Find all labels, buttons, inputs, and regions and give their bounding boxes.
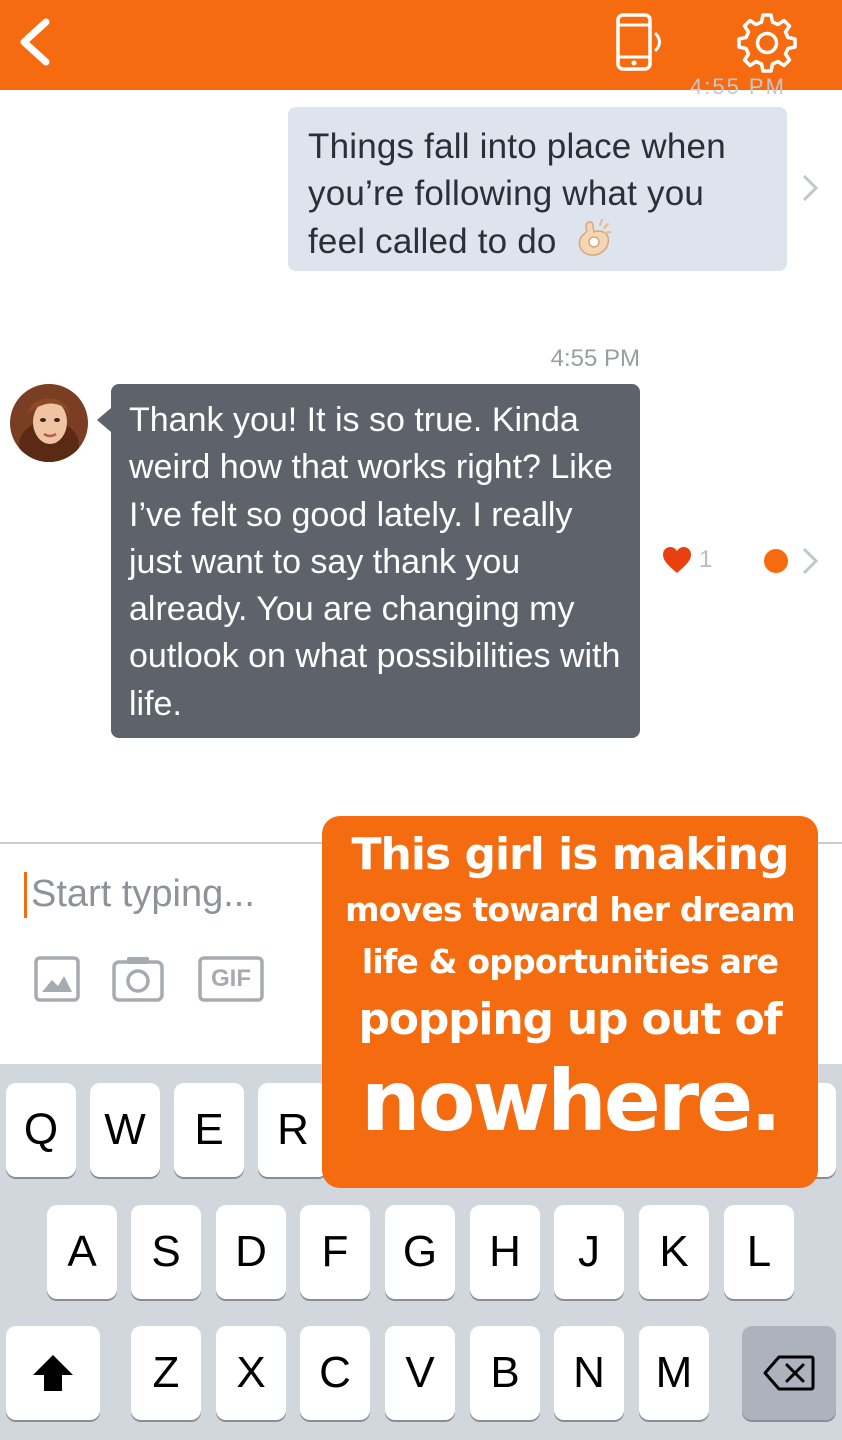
- caption-line-4: popping up out of: [358, 994, 783, 1045]
- gif-label: GIF: [211, 965, 251, 992]
- unread-dot: [764, 549, 788, 573]
- key-m[interactable]: M: [639, 1326, 709, 1420]
- settings-button[interactable]: [734, 10, 800, 76]
- key-s[interactable]: S: [131, 1205, 201, 1299]
- chevron-right-icon[interactable]: [800, 545, 820, 577]
- caption-line-1: This girl is making: [351, 829, 790, 880]
- key-f[interactable]: F: [300, 1205, 370, 1299]
- key-e[interactable]: E: [174, 1083, 244, 1177]
- key-c[interactable]: C: [300, 1326, 370, 1420]
- key-w[interactable]: W: [90, 1083, 160, 1177]
- gif-button[interactable]: GIF: [198, 956, 264, 1002]
- call-button[interactable]: [612, 12, 672, 74]
- received-message-text: Thank you! It is so true. Kinda weird ho…: [129, 401, 621, 723]
- key-r[interactable]: R: [258, 1083, 328, 1177]
- key-b[interactable]: B: [470, 1326, 540, 1420]
- phone-vibrate-icon: [616, 13, 661, 71]
- shift-arrow-icon: [33, 1355, 73, 1391]
- key-n[interactable]: N: [554, 1326, 624, 1420]
- photo-button[interactable]: [34, 956, 80, 1002]
- caption-line-5: nowhere.: [360, 1052, 782, 1150]
- shift-key[interactable]: [6, 1326, 100, 1420]
- key-z[interactable]: Z: [131, 1326, 201, 1420]
- key-x[interactable]: X: [216, 1326, 286, 1420]
- backspace-key[interactable]: [742, 1326, 836, 1420]
- message-input[interactable]: Start typing...: [24, 872, 314, 918]
- sent-message-text: Things fall into place when you’re follo…: [308, 127, 726, 261]
- sent-message-bubble: Things fall into place when you’re follo…: [288, 107, 787, 271]
- message-timestamp: 4:55 PM: [550, 345, 640, 372]
- camera-button[interactable]: [112, 956, 164, 1002]
- key-k[interactable]: K: [639, 1205, 709, 1299]
- avatar[interactable]: [10, 384, 88, 462]
- caption-line-2: moves toward her dream: [345, 890, 795, 929]
- back-button[interactable]: [14, 14, 64, 70]
- received-message-bubble: Thank you! It is so true. Kinda weird ho…: [97, 384, 640, 738]
- gear-icon: [737, 13, 797, 73]
- chevron-left-icon: [20, 18, 50, 66]
- key-j[interactable]: J: [554, 1205, 624, 1299]
- camera-icon: [112, 957, 164, 1002]
- key-v[interactable]: V: [385, 1326, 455, 1420]
- heart-icon[interactable]: [662, 546, 692, 574]
- previous-timestamp: 4:55 PM: [690, 76, 786, 94]
- key-h[interactable]: H: [470, 1205, 540, 1299]
- backspace-icon: [763, 1355, 815, 1391]
- ok-hand-emoji: [575, 217, 613, 269]
- like-count: 1: [699, 546, 713, 573]
- chevron-right-icon[interactable]: [800, 172, 820, 204]
- key-q[interactable]: Q: [6, 1083, 76, 1177]
- caption-line-3: life & opportunities are: [361, 942, 779, 981]
- key-a[interactable]: A: [47, 1205, 117, 1299]
- key-g[interactable]: G: [385, 1205, 455, 1299]
- key-l[interactable]: L: [724, 1205, 794, 1299]
- image-icon: [34, 956, 80, 1002]
- caption-overlay: This girl is making moves toward her dre…: [322, 816, 818, 1188]
- key-d[interactable]: D: [216, 1205, 286, 1299]
